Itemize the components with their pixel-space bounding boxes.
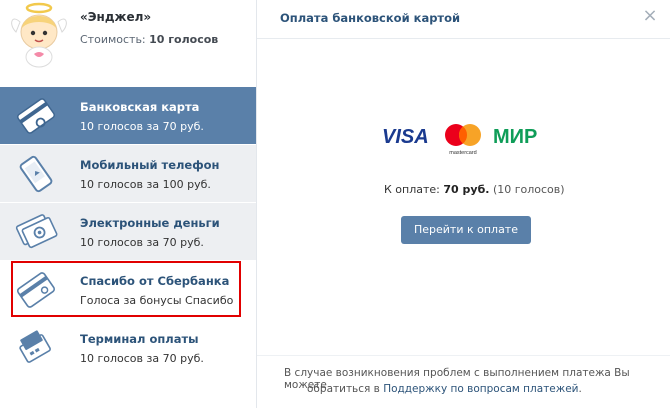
header-divider — [257, 38, 670, 39]
mobile-phone-icon — [19, 155, 53, 193]
method-title: Электронные деньги — [80, 216, 220, 230]
close-icon[interactable]: × — [640, 6, 660, 26]
go-to-payment-button[interactable]: Перейти к оплате — [401, 216, 531, 244]
help-text-line2: обратиться в Поддержку по вопросам плате… — [307, 383, 582, 395]
payment-terminal-icon — [19, 330, 51, 363]
payment-logos: VISA mastercard МИР — [382, 124, 537, 156]
method-payment-terminal[interactable]: Терминал оплаты 10 голосов за 70 руб. — [0, 319, 256, 376]
amount-value: 70 руб. — [443, 183, 490, 196]
method-subtitle: 10 голосов за 70 руб. — [80, 120, 204, 133]
payment-support-link[interactable]: Поддержку по вопросам платежей — [383, 383, 578, 395]
visa-logo: VISA — [382, 126, 429, 148]
method-subtitle: 10 голосов за 100 руб. — [80, 178, 211, 191]
e-money-icon — [15, 214, 58, 249]
panel-title: Оплата банковской картой — [280, 11, 461, 25]
amount-label: К оплате: — [384, 183, 440, 196]
bank-card-icon — [17, 98, 55, 134]
sidebar-divider — [256, 0, 257, 408]
cost-value: 10 голосов — [149, 33, 219, 46]
method-subtitle: 10 голосов за 70 руб. — [80, 236, 204, 249]
mastercard-logo: mastercard — [445, 124, 481, 156]
method-bank-card[interactable]: Банковская карта 10 голосов за 70 руб. — [0, 87, 256, 144]
sticker-info: «Энджел» Стоимость: 10 голосов — [0, 0, 256, 86]
method-e-money[interactable]: Электронные деньги 10 голосов за 70 руб. — [0, 203, 256, 260]
angel-sticker-image — [11, 2, 67, 68]
method-title: Банковская карта — [80, 100, 200, 114]
method-title: Терминал оплаты — [80, 332, 199, 346]
method-subtitle: 10 голосов за 70 руб. — [80, 352, 204, 365]
mir-logo: МИР — [493, 126, 537, 148]
cost-label: Стоимость: — [80, 33, 146, 46]
sticker-cost: Стоимость: 10 голосов — [80, 33, 218, 46]
method-mobile-phone[interactable]: Мобильный телефон 10 голосов за 100 руб. — [0, 145, 256, 202]
method-title: Мобильный телефон — [80, 158, 220, 172]
footer-divider — [257, 355, 670, 356]
help-prefix: обратиться в — [307, 383, 380, 395]
sticker-name: «Энджел» — [80, 10, 152, 24]
amount-line: К оплате: 70 руб. (10 голосов) — [384, 183, 565, 196]
payment-methods-sidebar: «Энджел» Стоимость: 10 голосов Банковска… — [0, 0, 256, 408]
amount-note: (10 голосов) — [492, 183, 565, 196]
mastercard-wordmark: mastercard — [449, 150, 477, 156]
help-suffix: . — [578, 383, 582, 395]
red-highlight-box — [11, 261, 241, 317]
